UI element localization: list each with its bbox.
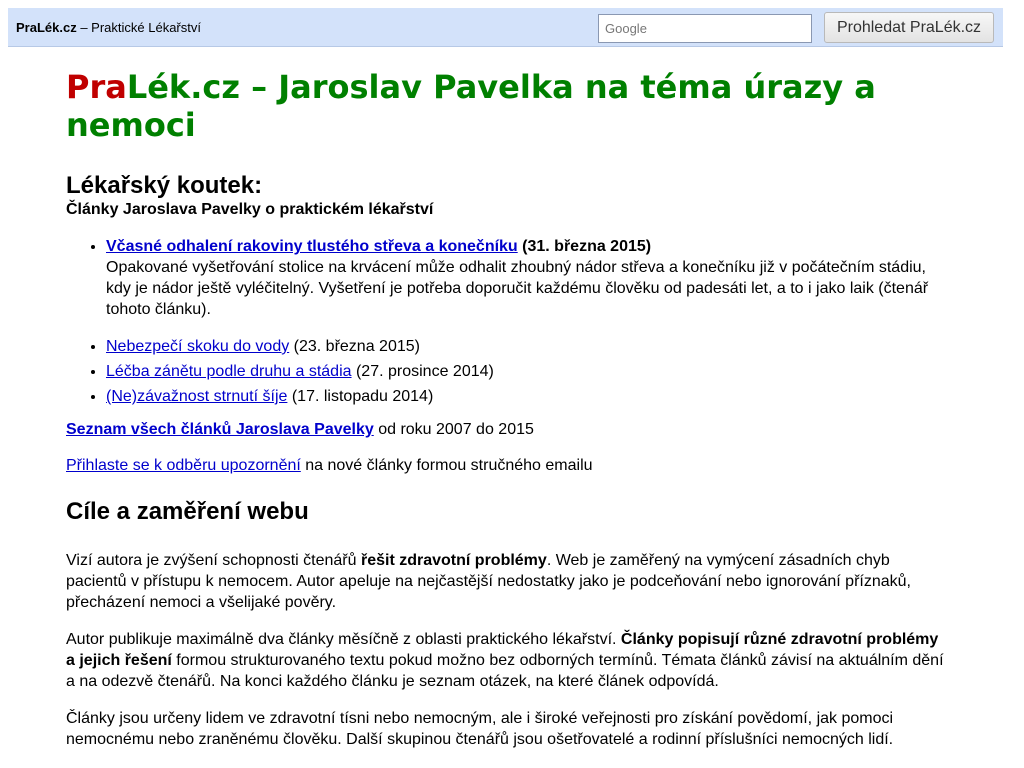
article-link-2[interactable]: Nebezpečí skoku do vody	[106, 338, 289, 355]
main-content: PraLék.cz – Jaroslav Pavelka na téma úra…	[66, 68, 946, 750]
goals-p2-a: Autor publikuje maximálně dva články měs…	[66, 631, 621, 648]
article-date-4: (17. listopadu 2014)	[287, 388, 434, 405]
goals-paragraph-1: Vizí autora je zvýšení schopnosti čtenář…	[66, 550, 946, 613]
list-item: (Ne)závažnost strnutí šíje (17. listopad…	[106, 386, 946, 407]
goals-paragraph-3: Články jsou určeny lidem ve zdravotní tí…	[66, 710, 894, 748]
top-bar: PraLék.cz – Praktické Lékařství Prohleda…	[8, 8, 1003, 47]
article-link-4[interactable]: (Ne)závažnost strnutí šíje	[106, 388, 287, 405]
goals-heading: Cíle a zaměření webu	[66, 498, 309, 525]
google-search-input[interactable]	[598, 14, 812, 43]
article-list: Včasné odhalení rakoviny tlustého střeva…	[66, 236, 946, 407]
site-brand[interactable]: PraLék.cz – Praktické Lékařství	[16, 20, 201, 35]
article-date-2: (23. března 2015)	[289, 338, 420, 355]
brand-name[interactable]: PraLék.cz	[16, 20, 77, 35]
subscribe-text: na nové články formou stručného emailu	[300, 457, 593, 474]
search-button[interactable]: Prohledat PraLék.cz	[824, 12, 994, 43]
goals-p1-b: řešit zdravotní problémy	[360, 552, 547, 569]
goals-paragraph-2: Autor publikuje maximálně dva články měs…	[66, 629, 946, 692]
title-rest: Lék.cz – Jaroslav Pavelka na téma úrazy …	[66, 68, 876, 144]
subscribe-line: Přihlaste se k odběru upozornění na nové…	[66, 455, 946, 476]
all-articles-range: od roku 2007 do 2015	[373, 421, 534, 438]
brand-tagline: – Praktické Lékařství	[76, 20, 201, 35]
list-item: Včasné odhalení rakoviny tlustého střeva…	[106, 236, 946, 320]
goals-p2-c: formou strukturovaného textu pokud možno…	[66, 652, 944, 690]
title-pra: Pra	[66, 68, 127, 106]
article-link-3[interactable]: Léčba zánětu podle druhu a stádia	[106, 363, 352, 380]
all-articles-line: Seznam všech článků Jaroslava Pavelky od…	[66, 419, 946, 440]
article-description-1: Opakované vyšetřování stolice na krvácen…	[106, 259, 929, 318]
list-item: Léčba zánětu podle druhu a stádia (27. p…	[106, 361, 946, 382]
page-title: PraLék.cz – Jaroslav Pavelka na téma úra…	[66, 68, 946, 144]
article-date-1: (31. března 2015)	[517, 238, 652, 255]
article-date-3: (27. prosince 2014)	[351, 363, 494, 380]
article-link-1[interactable]: Včasné odhalení rakoviny tlustého střeva…	[106, 238, 518, 255]
subscribe-link[interactable]: Přihlaste se k odběru upozornění	[66, 457, 301, 474]
list-item: Nebezpečí skoku do vody (23. března 2015…	[106, 336, 946, 357]
goals-p1-a: Vizí autora je zvýšení schopnosti čtenář…	[66, 552, 361, 569]
all-articles-link[interactable]: Seznam všech článků Jaroslava Pavelky	[66, 421, 374, 438]
section-subtitle-koutek: Články Jaroslava Pavelky o praktickém lé…	[66, 201, 434, 218]
section-title-koutek: Lékařský koutek:	[66, 172, 263, 199]
